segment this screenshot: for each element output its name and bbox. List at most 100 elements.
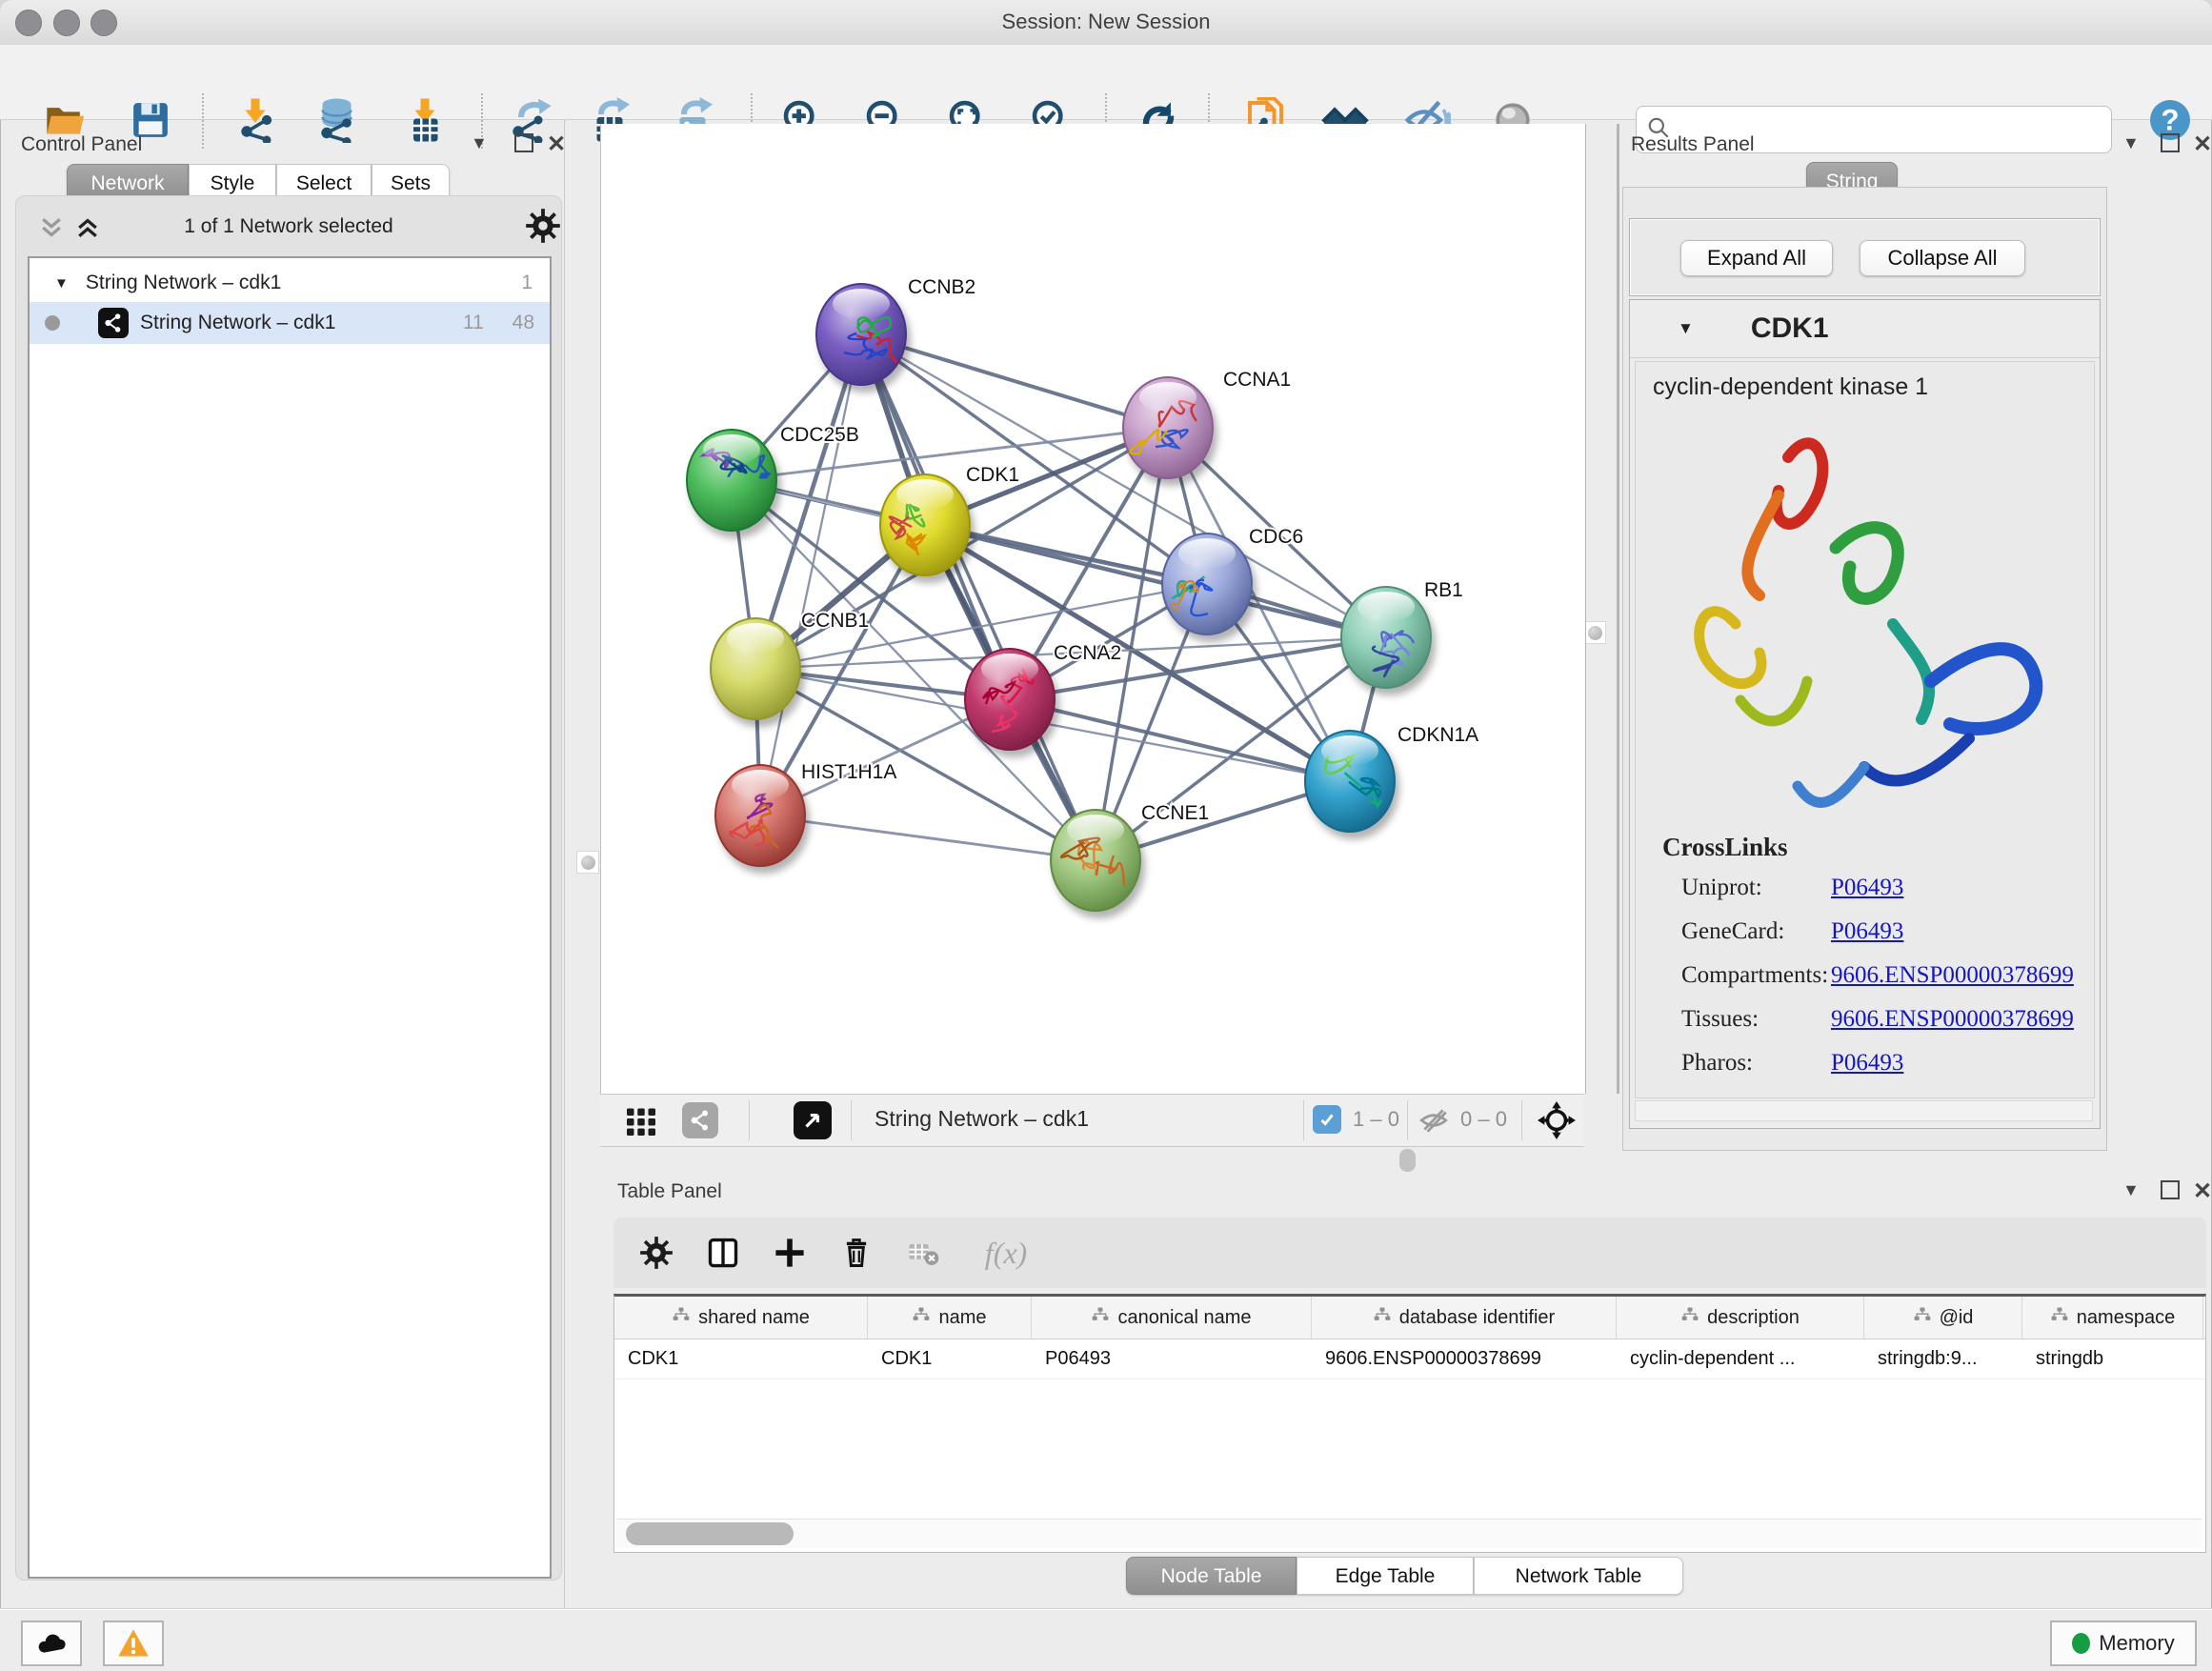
network-node-count: 11 xyxy=(463,312,484,334)
table-panel-collapse-icon[interactable]: ▼ xyxy=(2122,1180,2140,1200)
control-panel-float-icon[interactable] xyxy=(514,133,533,152)
table-cell[interactable]: stringdb:9... xyxy=(1864,1339,2022,1379)
network-edge[interactable] xyxy=(861,334,1168,428)
left-splitter-handle[interactable] xyxy=(576,851,599,874)
network-node-ccna1[interactable] xyxy=(1123,377,1213,478)
control-panel-close-icon[interactable]: ✕ xyxy=(547,131,566,158)
tab-edge-table[interactable]: Edge Table xyxy=(1297,1557,1474,1595)
tab-network-table[interactable]: Network Table xyxy=(1474,1557,1683,1595)
memory-label: Memory xyxy=(2099,1631,2174,1656)
network-view-title: String Network – cdk1 xyxy=(875,1106,1089,1132)
column-header-canonical-name[interactable]: canonical name xyxy=(1032,1297,1312,1339)
main-toolbar: ? xyxy=(0,45,2212,120)
node-label-ccnb1: CCNB1 xyxy=(801,610,869,632)
network-node-hist1h1a[interactable] xyxy=(715,765,805,866)
table-panel-float-icon[interactable] xyxy=(2161,1180,2180,1199)
network-node-rb1[interactable] xyxy=(1341,587,1431,688)
function-builder-icon[interactable]: f(x) xyxy=(968,1231,1044,1275)
node-label-cdc6: CDC6 xyxy=(1249,526,1303,548)
network-node-cdc25b[interactable] xyxy=(687,430,776,531)
network-view-toolbar: String Network – cdk1 1 – 0 0 – 0 xyxy=(600,1094,1584,1147)
network-node-cdkn1a[interactable] xyxy=(1305,731,1395,832)
network-node-cdc6[interactable] xyxy=(1162,534,1252,634)
column-header-namespace[interactable]: namespace xyxy=(2022,1297,2203,1339)
window-title: Session: New Session xyxy=(0,10,2212,34)
collapse-all-button[interactable]: Collapse All xyxy=(1860,240,2025,276)
column-type-icon xyxy=(2050,1306,2069,1329)
selected-checkbox-icon[interactable] xyxy=(1313,1105,1341,1134)
results-panel-collapse-icon[interactable]: ▼ xyxy=(2122,133,2140,153)
network-edge[interactable] xyxy=(925,525,1386,637)
node-result-expand-icon[interactable]: ▼ xyxy=(1678,319,1694,338)
show-columns-icon[interactable] xyxy=(701,1231,745,1275)
network-list: ▼ String Network – cdk1 1 String Network… xyxy=(28,256,552,1579)
right-splitter-handle[interactable] xyxy=(1583,621,1606,644)
node-highlight xyxy=(1357,592,1415,622)
node-result-header[interactable]: ▼ CDK1 xyxy=(1630,300,2100,358)
network-node-ccna2[interactable] xyxy=(965,649,1055,750)
network-edge-count: 48 xyxy=(513,312,534,334)
network-row-selected[interactable]: String Network – cdk1 11 48 xyxy=(30,302,550,344)
control-panel-collapse-icon[interactable]: ▼ xyxy=(471,133,488,153)
table-cell[interactable]: CDK1 xyxy=(614,1339,868,1379)
string-view-icon[interactable] xyxy=(682,1102,718,1138)
expand-all-button[interactable]: Expand All xyxy=(1680,240,1833,276)
crosslink-value-link[interactable]: 9606.ENSP00000378699 xyxy=(1831,1006,2074,1033)
table-row[interactable]: CDK1CDK1P064939606.ENSP00000378699cyclin… xyxy=(614,1339,2205,1379)
table-cell[interactable]: cyclin-dependent ... xyxy=(1617,1339,1864,1379)
table-panel-close-icon[interactable]: ✕ xyxy=(2193,1178,2212,1205)
node-label-ccnb2: CCNB2 xyxy=(908,276,975,298)
fit-selected-target-icon[interactable] xyxy=(1537,1100,1577,1145)
network-options-gear-icon[interactable] xyxy=(525,208,561,249)
table-settings-gear-icon[interactable] xyxy=(634,1231,678,1275)
node-highlight xyxy=(703,434,760,465)
node-highlight xyxy=(833,289,890,319)
table-hscrollbar-thumb[interactable] xyxy=(626,1522,794,1545)
column-header-database-identifier[interactable]: database identifier xyxy=(1312,1297,1617,1339)
crosslink-value-link[interactable]: 9606.ENSP00000378699 xyxy=(1831,962,2074,989)
table-cell[interactable]: 9606.ENSP00000378699 xyxy=(1312,1339,1617,1379)
memory-button[interactable]: Memory xyxy=(2050,1621,2197,1666)
birds-eye-view-icon[interactable] xyxy=(794,1101,832,1139)
results-panel-close-icon[interactable]: ✕ xyxy=(2193,131,2212,158)
column-header-shared-name[interactable]: shared name xyxy=(614,1297,868,1339)
collection-expand-icon[interactable]: ▼ xyxy=(54,275,69,292)
protein-structure-image xyxy=(1640,405,2088,815)
network-node-ccne1[interactable] xyxy=(1051,810,1140,911)
network-node-ccnb2[interactable] xyxy=(816,284,906,385)
network-edge[interactable] xyxy=(760,815,1096,860)
results-hscrollbar[interactable] xyxy=(1635,1100,2093,1121)
crosslink-value-link[interactable]: P06493 xyxy=(1831,918,1903,945)
column-header-description[interactable]: description xyxy=(1617,1297,1864,1339)
status-bar: Memory xyxy=(0,1608,2212,1671)
network-node-cdk1[interactable] xyxy=(880,474,970,575)
delete-column-trash-icon[interactable] xyxy=(835,1231,878,1275)
network-edge[interactable] xyxy=(760,334,861,815)
column-header--id[interactable]: @id xyxy=(1864,1297,2022,1339)
node-highlight xyxy=(1321,735,1378,766)
node-result-card: ▼ CDK1 cyclin-dependent kinase 1 xyxy=(1629,299,2101,1129)
node-result-content: cyclin-dependent kinase 1 xyxy=(1635,361,2095,1098)
table-cell[interactable]: CDK1 xyxy=(868,1339,1032,1379)
node-highlight xyxy=(727,623,784,654)
results-panel-float-icon[interactable] xyxy=(2161,133,2180,152)
table-cell[interactable]: P06493 xyxy=(1032,1339,1312,1379)
column-header-name[interactable]: name xyxy=(868,1297,1032,1339)
warning-button[interactable] xyxy=(103,1621,164,1666)
node-label-ccna1: CCNA1 xyxy=(1223,369,1291,391)
crosslink-value-link[interactable]: P06493 xyxy=(1831,1050,1903,1077)
tab-node-table[interactable]: Node Table xyxy=(1126,1557,1297,1595)
table-cell[interactable]: stringdb xyxy=(2022,1339,2203,1379)
grid-view-icon[interactable] xyxy=(624,1104,658,1143)
node-highlight xyxy=(896,479,954,510)
add-column-icon[interactable] xyxy=(768,1231,812,1275)
network-node-ccnb1[interactable] xyxy=(711,618,800,719)
hidden-eye-icon[interactable] xyxy=(1418,1104,1450,1141)
crosslink-value-link[interactable]: P06493 xyxy=(1831,875,1903,901)
table-hscrollbar[interactable] xyxy=(616,1519,2202,1548)
delete-table-icon[interactable] xyxy=(901,1231,945,1275)
network-canvas[interactable]: CCNB2CCNA1CDC25BCDK1CDC6RB1CCNB1CCNA2HIS… xyxy=(600,124,1586,1094)
network-collection-row[interactable]: ▼ String Network – cdk1 1 xyxy=(30,264,550,302)
cloud-button[interactable] xyxy=(21,1621,82,1666)
column-type-icon xyxy=(1373,1306,1392,1329)
